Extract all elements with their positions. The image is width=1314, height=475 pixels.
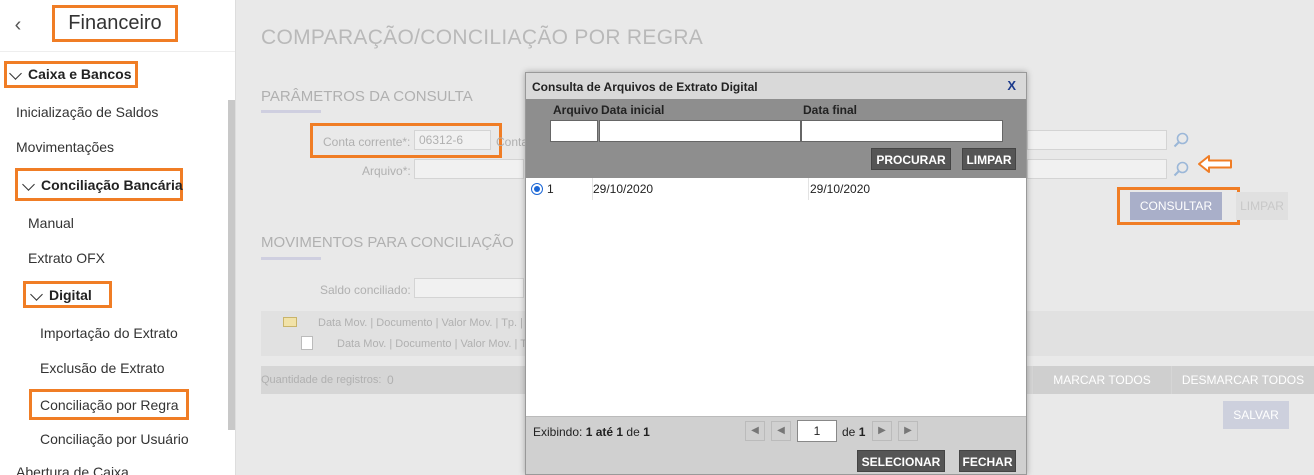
arquivo-column-label: Arquivo [553, 103, 599, 117]
sidebar-item-importacao-extrato[interactable]: Importação do Extrato [40, 325, 178, 341]
chevron-down-icon [22, 178, 35, 192]
close-icon[interactable]: X [1007, 78, 1016, 93]
sidebar-item-conciliacao-usuario[interactable]: Conciliação por Usuário [40, 431, 189, 447]
modal-title: Consulta de Arquivos de Extrato Digital [532, 80, 758, 94]
page-of-label: de 1 [842, 425, 865, 439]
of-label: de [842, 425, 856, 439]
modal-dialog: Consulta de Arquivos de Extrato Digital … [525, 72, 1027, 475]
pagination-info: Exibindo: 1 até 1 de 1 [533, 425, 650, 439]
section-title-parametros: PARÂMETROS DA CONSULTA [261, 88, 473, 105]
qtd-registros-label: Quantidade de registros: [261, 374, 382, 386]
selection-radio[interactable] [531, 183, 543, 195]
selecionar-button[interactable]: SELECIONAR [857, 450, 945, 472]
arrow-left-icon [1198, 155, 1232, 173]
section-title-movimentos: MOVIMENTOS PARA CONCILIAÇÃO [261, 234, 514, 251]
limpar-button[interactable]: LIMPAR [1236, 192, 1288, 220]
tree-child-row: Data Mov. | Documento | Valor Mov. | T [337, 338, 527, 350]
data-final-filter-input[interactable] [801, 120, 1003, 142]
sidebar-header: ‹ Financeiro [0, 0, 235, 52]
sidebar-item-label: Caixa e Bancos [28, 66, 132, 82]
page-title: COMPARAÇÃO/CONCILIAÇÃO POR REGRA [261, 26, 704, 49]
data-inicial-column-label: Data inicial [601, 103, 665, 117]
sidebar-item-exclusao-extrato[interactable]: Exclusão de Extrato [40, 360, 165, 376]
data-inicial-filter-input[interactable] [599, 120, 801, 142]
sidebar-item-caixa-bancos[interactable]: Caixa e Bancos [4, 61, 138, 88]
modal-footer: Exibindo: 1 até 1 de 1 ◀ ◀ 1 de 1 ▶ ▶ SE… [526, 416, 1026, 474]
procurar-button[interactable]: PROCURAR [871, 148, 951, 170]
de-label: de [626, 425, 640, 439]
first-page-icon[interactable]: ◀ [745, 421, 765, 441]
modal-filter: Arquivo Data inicial Data final PROCURAR… [526, 99, 1026, 178]
salvar-button[interactable]: SALVAR [1223, 401, 1289, 429]
saldo-conciliado-label: Saldo conciliado: [320, 283, 411, 297]
column-divider [808, 178, 809, 200]
sidebar-item-digital[interactable]: Digital [23, 281, 112, 308]
page-input[interactable]: 1 [797, 420, 837, 442]
exibindo-label: Exibindo: [533, 425, 583, 439]
conta-label-2: Conta [496, 135, 526, 149]
conta-input-right[interactable] [1027, 130, 1167, 150]
sidebar-item-manual[interactable]: Manual [28, 215, 74, 231]
sidebar-item-movimentacoes[interactable]: Movimentações [16, 139, 114, 155]
arquivo-input[interactable] [1027, 159, 1167, 179]
desmarcar-todos-button[interactable]: DESMARCAR TODOS [1172, 366, 1314, 394]
sidebar: ‹ Financeiro Caixa e Bancos Inicializaçã… [0, 0, 236, 475]
prev-page-icon[interactable]: ◀ [771, 421, 791, 441]
tree-header-row: Data Mov. | Documento | Valor Mov. | Tp.… [318, 317, 535, 329]
chevron-down-icon [30, 288, 43, 302]
sidebar-item-conciliacao-bancaria[interactable]: Conciliação Bancária [15, 168, 183, 201]
next-page-icon[interactable]: ▶ [872, 421, 892, 441]
sidebar-item-conciliacao-regra[interactable]: Conciliação por Regra [29, 389, 189, 420]
marcar-todos-button[interactable]: MARCAR TODOS [1033, 366, 1171, 394]
search-icon[interactable] [1173, 161, 1189, 177]
last-page-icon[interactable]: ▶ [898, 421, 918, 441]
of-total: 1 [858, 425, 866, 439]
back-arrow-icon[interactable]: ‹ [8, 14, 28, 36]
chevron-down-icon [9, 67, 22, 81]
search-icon[interactable] [1173, 132, 1189, 148]
sidebar-item-label: Digital [49, 287, 92, 303]
sidebar-item-inicializacao-saldos[interactable]: Inicialização de Saldos [16, 104, 158, 120]
arquivo-cell: 1 [547, 182, 554, 196]
document-icon [301, 336, 313, 350]
list-item[interactable]: 1 29/10/2020 29/10/2020 [526, 178, 1026, 200]
exibindo-range: 1 até 1 [585, 425, 624, 439]
arquivo-filter-input[interactable] [550, 120, 598, 142]
file-list: 1 29/10/2020 29/10/2020 [526, 178, 1026, 416]
limpar-filter-button[interactable]: LIMPAR [962, 148, 1016, 170]
modal-header: Consulta de Arquivos de Extrato Digital … [526, 73, 1026, 99]
folder-icon [283, 317, 297, 327]
consultar-button[interactable]: CONSULTAR [1130, 192, 1222, 220]
sidebar-item-abertura-caixa[interactable]: Abertura de Caixa [16, 464, 129, 475]
section-underline [261, 110, 321, 113]
sidebar-item-extrato-ofx[interactable]: Extrato OFX [28, 250, 105, 266]
fechar-button[interactable]: FECHAR [959, 450, 1016, 472]
qtd-registros-value: 0 [387, 373, 394, 387]
arquivo-label: Arquivo*: [362, 164, 411, 178]
conta-corrente-input[interactable]: 06312-6 [414, 130, 491, 150]
data-final-cell: 29/10/2020 [810, 182, 871, 196]
section-underline [261, 257, 321, 260]
arquivo-input-left[interactable] [414, 159, 524, 179]
conta-corrente-label: Conta corrente*: [323, 135, 411, 149]
sidebar-title: Financeiro [52, 5, 178, 42]
data-inicial-cell: 29/10/2020 [593, 182, 654, 196]
exibindo-total: 1 [643, 425, 650, 439]
saldo-conciliado-input [414, 278, 524, 298]
sidebar-scrollbar[interactable] [228, 100, 235, 430]
data-final-column-label: Data final [803, 103, 858, 117]
sidebar-item-label: Conciliação Bancária [41, 177, 183, 193]
